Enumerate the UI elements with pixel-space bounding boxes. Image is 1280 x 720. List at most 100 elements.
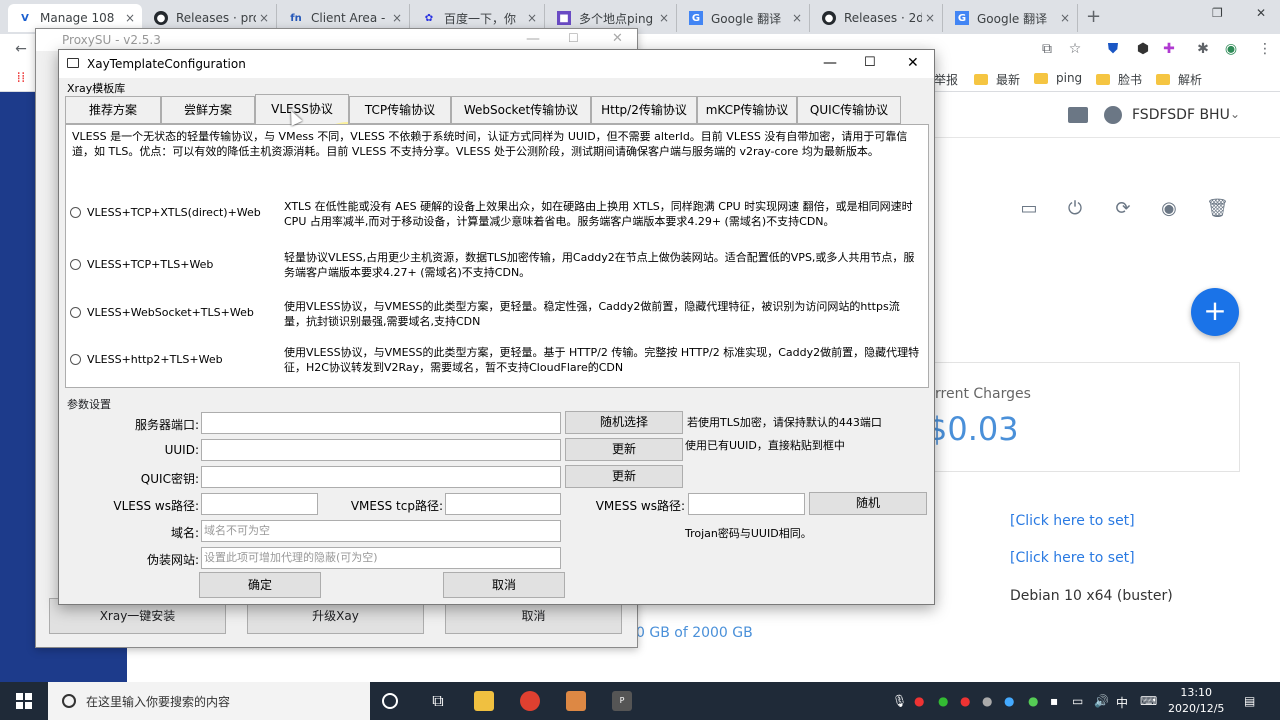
extension-icon[interactable]: ✚ [1160,40,1178,58]
tab-http2[interactable]: Http/2传输协议 [591,96,697,124]
fake-site-input[interactable]: 设置此项可增加代理的隐蔽(可为空) [201,547,561,569]
random-select-button[interactable]: 随机选择 [565,411,683,434]
radio-icon[interactable] [70,354,81,365]
console-icon[interactable]: ▭ [1018,198,1040,220]
vmess-ws-input[interactable] [688,493,805,515]
option-vless-tcp-xtls[interactable]: VLESS+TCP+XTLS(direct)+Web [70,206,261,219]
close-icon[interactable]: × [789,11,805,25]
vmess-tcp-input[interactable] [445,493,561,515]
star-icon[interactable]: ☆ [1066,40,1084,58]
tray-app-icon[interactable]: ● [982,694,992,708]
browser-tab[interactable]: G Google 翻译 × [945,4,1078,32]
apps-icon[interactable]: ⁞⁞ [12,69,30,87]
restore-icon[interactable]: ❐ [1212,6,1223,20]
close-icon[interactable]: × [922,11,938,25]
chevron-down-icon[interactable]: ⌄ [1230,107,1240,121]
notification-icon[interactable]: ▤ [1244,694,1255,708]
tray-app-icon[interactable]: ● [960,694,970,708]
tray-app-icon[interactable]: ▪ [1050,694,1058,708]
random-button[interactable]: 随机 [809,492,927,515]
option-vless-websocket[interactable]: VLESS+WebSocket+TLS+Web [70,306,254,319]
close-icon[interactable]: × [1057,11,1073,25]
minimize-icon[interactable]: — [526,31,540,47]
browser-tab[interactable]: G Google 翻译 × [679,4,810,32]
clock[interactable]: 13:10 2020/12/5 [1168,685,1224,717]
update-quic-button[interactable]: 更新 [565,465,683,488]
user-icon[interactable] [1104,106,1122,124]
option-vless-tcp-tls[interactable]: VLESS+TCP+TLS+Web [70,258,213,271]
tray-app-icon[interactable]: ● [914,694,924,708]
tab-quic[interactable]: QUIC传输协议 [797,96,901,124]
power-icon[interactable]: ⏻ [1064,198,1086,220]
option-vless-http2[interactable]: VLESS+http2+TLS+Web [70,353,223,366]
close-icon[interactable]: × [256,11,272,25]
browser-tab[interactable]: ● Releases · 2d × [812,4,943,32]
task-view-icon[interactable]: ⧉ [428,691,448,711]
mail-icon[interactable] [1068,107,1088,123]
proxysu-taskbar-icon[interactable]: P [612,691,632,711]
radio-icon[interactable] [70,259,81,270]
taskbar-search[interactable]: 在这里输入你要搜索的内容 [48,682,370,720]
close-window-icon[interactable]: ✕ [1256,6,1266,20]
cancel-button[interactable]: 取消 [443,572,565,598]
windows-start-icon[interactable] [16,693,32,709]
tab-tcp[interactable]: TCP传输协议 [349,96,451,124]
ime-indicator[interactable]: 中 [1116,694,1128,711]
close-icon[interactable]: ✕ [612,31,623,46]
port-input[interactable] [201,412,561,434]
quic-input[interactable] [201,466,561,488]
bookmark-item[interactable]: 最新 [974,71,1020,88]
translate-page-icon[interactable]: ⧉ [1038,40,1056,58]
cortana-icon[interactable] [382,693,398,709]
close-icon[interactable]: × [389,11,405,25]
close-icon[interactable]: ✕ [907,55,919,71]
bookmark-item[interactable]: 脸书 [1096,71,1142,88]
add-button[interactable]: + [1191,288,1239,336]
user-name[interactable]: FSDFSDF BHU [1132,107,1230,123]
minimize-icon[interactable]: — [823,55,837,71]
radio-icon[interactable] [70,307,81,318]
tray-app-icon[interactable]: ● [938,694,948,708]
file-explorer-icon[interactable] [474,691,494,711]
uuid-input[interactable] [201,439,561,461]
close-icon[interactable]: × [524,11,540,25]
bookmark-item[interactable]: 解析 [1156,71,1202,88]
ok-button[interactable]: 确定 [199,572,321,598]
network-icon[interactable]: ▭ [1072,694,1083,708]
keyboard-icon[interactable]: ⌨ [1140,694,1157,708]
shield-icon[interactable]: ⛊ [1104,40,1122,58]
back-icon[interactable]: ← [12,40,30,58]
menu-icon[interactable]: ⋮ [1256,40,1274,58]
maximize-icon[interactable]: ☐ [864,55,876,70]
update-uuid-button[interactable]: 更新 [565,438,683,461]
bookmark-item[interactable]: 举报 [934,71,958,88]
maximize-icon[interactable]: ☐ [568,31,579,45]
restart-icon[interactable]: ⟳ [1112,198,1134,220]
tab-recommended[interactable]: 推荐方案 [65,96,161,124]
tab-websocket[interactable]: WebSocket传输协议 [451,96,591,124]
trash-icon[interactable]: 🗑 [1206,198,1229,220]
ping-icon: ■ [557,11,571,25]
charges-value: $0.03 [927,410,1019,448]
radio-icon[interactable] [70,207,81,218]
tab-trial[interactable]: 尝鲜方案 [161,96,255,124]
globe-icon[interactable]: ◉ [1222,40,1240,58]
reinstall-icon[interactable]: ◉ [1158,198,1180,220]
tray-app-icon[interactable]: ● [1028,694,1038,708]
tray-app-icon[interactable]: ● [1004,694,1014,708]
domain-input[interactable]: 域名不可为空 [201,520,561,542]
tab-mkcp[interactable]: mKCP传输协议 [697,96,797,124]
mic-icon[interactable]: 🎙 [892,694,907,708]
set-link[interactable]: [Click here to set] [1010,550,1135,566]
puzzle-icon[interactable]: ✱ [1194,40,1212,58]
app-icon[interactable] [566,691,586,711]
set-link[interactable]: [Click here to set] [1010,513,1135,529]
chrome-icon[interactable] [520,691,540,711]
close-icon[interactable]: × [656,11,672,25]
new-tab-button[interactable]: + [1086,6,1101,27]
vless-ws-input[interactable] [201,493,318,515]
extension-cube-icon[interactable]: ⬢ [1134,40,1152,58]
volume-icon[interactable]: 🔊 [1094,694,1109,708]
bookmark-item[interactable]: ping [1034,71,1082,85]
close-icon[interactable]: × [122,11,138,25]
